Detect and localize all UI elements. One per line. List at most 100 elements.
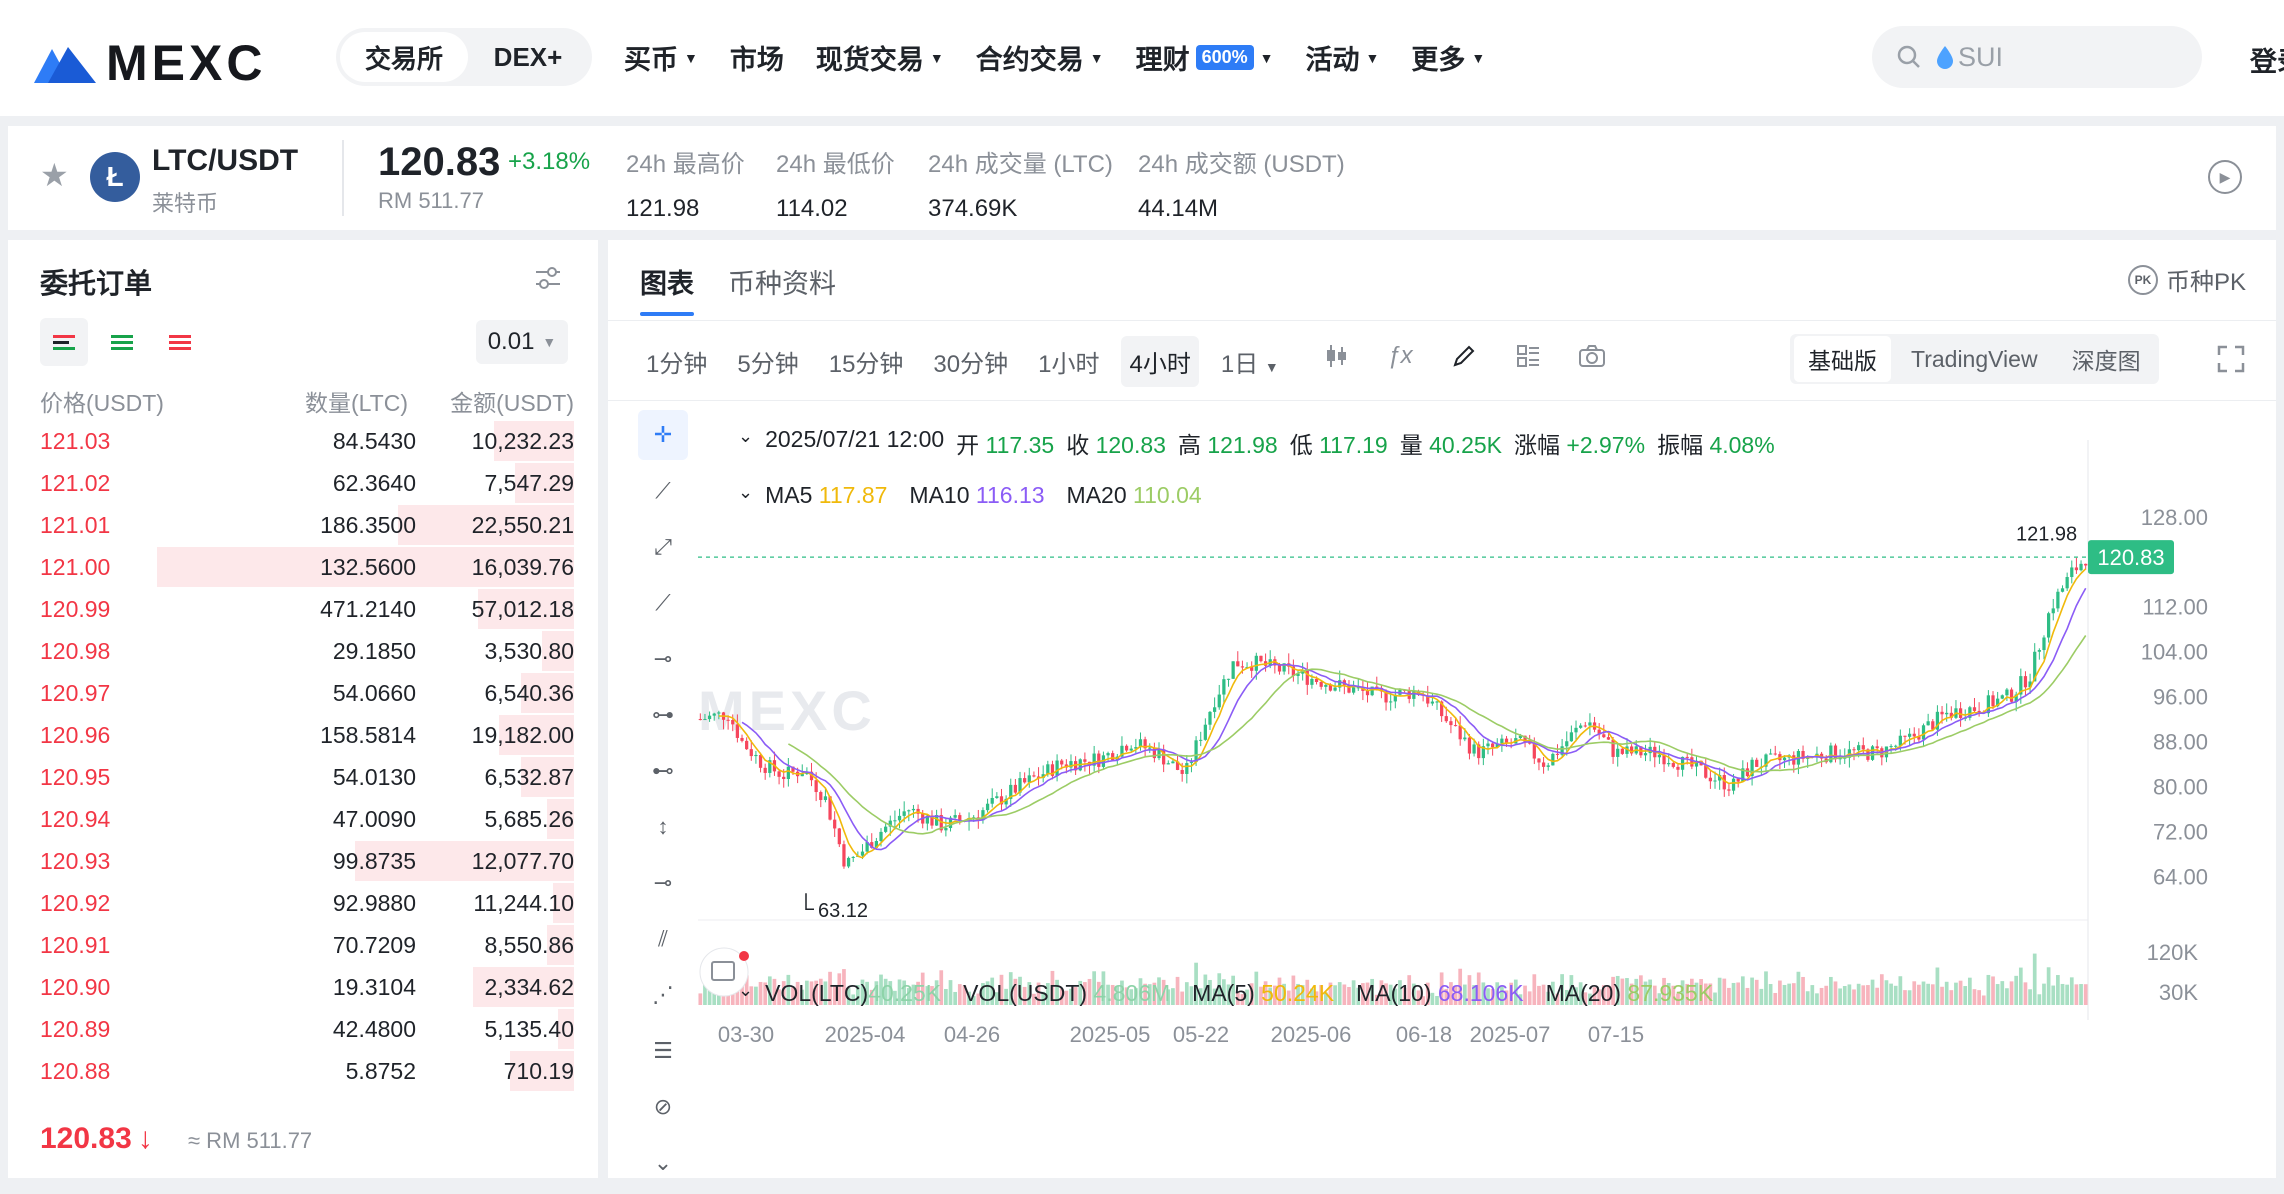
ask-row[interactable]: 120.88 5.8752 710.19 (40, 1050, 574, 1092)
pencil-icon[interactable] (1448, 340, 1480, 372)
volume-bar (2051, 985, 2056, 1005)
vol-ma5-value: 50.24K (1261, 980, 1335, 1006)
ask-row[interactable]: 120.90 19.3104 2,334.62 (40, 966, 574, 1008)
volume-bar (2042, 983, 2046, 1005)
pair-name[interactable]: LTC/USDT (152, 144, 298, 178)
ask-price: 120.90 (40, 974, 111, 1000)
view-bids-icon[interactable] (98, 318, 146, 366)
order-book-panel: 委托订单 0.01 ▼ 价格(USDT) 数量(LTC) 金额(USDT) 121… (8, 240, 598, 1178)
mexc-logo[interactable]: MEXC (34, 34, 266, 92)
trend-line-icon[interactable]: ⟋ (638, 466, 688, 516)
vol-ma20-label: MA(20) (1545, 980, 1621, 1006)
nav-buy-crypto[interactable]: 买币 ▼ (624, 38, 698, 77)
volume-bar (1991, 976, 1995, 1005)
ask-row[interactable]: 120.89 42.4800 5,135.40 (40, 1008, 574, 1050)
candle-type-icon[interactable] (1320, 340, 1352, 372)
mode-basic[interactable]: 基础版 (1794, 336, 1891, 382)
coin-pk-button[interactable]: PK 币种PK (2127, 262, 2246, 297)
ask-row[interactable]: 121.01 186.3500 22,550.21 (40, 504, 574, 546)
ask-row[interactable]: 120.94 47.0090 5,685.26 (40, 798, 574, 840)
horizontal-segment-icon[interactable]: ⊷ (638, 746, 688, 796)
parallel-channel-icon[interactable]: ⫽ (638, 914, 688, 964)
candlestick-chart[interactable]: 128.00 112.00 104.00 96.00 88.00 80.00 72.00 64… (698, 400, 2276, 1178)
fib-lines-icon[interactable]: ☰ (638, 1026, 688, 1076)
ask-row[interactable]: 120.98 29.1850 3,530.80 (40, 630, 574, 672)
ask-row[interactable]: 121.03 84.5430 10,232.23 (40, 420, 574, 462)
volume-bar (1907, 990, 1912, 1005)
view-asks-icon[interactable] (156, 318, 204, 366)
mode-depth[interactable]: 深度图 (2058, 336, 2155, 382)
interval-5m[interactable]: 5分钟 (729, 336, 806, 387)
favorite-star-icon[interactable]: ★ (40, 156, 69, 194)
ohlc-change-value: +2.97% (1566, 432, 1646, 458)
candle-body (712, 713, 716, 716)
nav-futures[interactable]: 合约交易 ▼ (976, 38, 1104, 77)
nav-markets[interactable]: 市场 (730, 38, 784, 77)
ask-row[interactable]: 120.99 471.2140 57,012.18 (40, 588, 574, 630)
nav-earn[interactable]: 理财 600% ▼ (1136, 38, 1273, 77)
ask-row[interactable]: 121.02 62.3640 7,547.29 (40, 462, 574, 504)
ask-row[interactable]: 120.93 99.8735 12,077.70 (40, 840, 574, 882)
segment-dex[interactable]: DEX+ (468, 32, 588, 82)
chevron-down-icon[interactable]: ⌄ (738, 426, 753, 460)
tab-chart[interactable]: 图表 (640, 262, 694, 301)
vertical-line-icon[interactable]: ↕ (638, 802, 688, 852)
view-both-icon[interactable] (40, 318, 88, 366)
price-line-icon[interactable]: ⊸ (638, 858, 688, 908)
settings-sliders-icon[interactable] (532, 262, 564, 294)
interval-15m[interactable]: 15分钟 (821, 336, 912, 387)
chevron-down-icon[interactable]: ⌄ (738, 482, 753, 509)
interval-30m[interactable]: 30分钟 (925, 336, 1016, 387)
candle-body (1319, 682, 1323, 687)
vol-ma10-value: 68.106K (1437, 980, 1524, 1006)
ray-line-icon[interactable]: ⤢ (638, 522, 688, 572)
interval-1h[interactable]: 1小时 (1030, 336, 1107, 387)
nav-spot[interactable]: 现货交易 ▼ (816, 38, 944, 77)
candle-body (1676, 766, 1680, 770)
chevron-down-icon[interactable]: ⌄ (738, 980, 753, 1007)
ask-row[interactable]: 120.92 92.9880 11,244.10 (40, 882, 574, 924)
ohlc-low: 低 117.19 (1290, 426, 1388, 460)
segment-exchange[interactable]: 交易所 (340, 32, 468, 82)
candle-body (1857, 745, 1861, 751)
chevron-down-icon[interactable]: ⌄ (638, 1138, 688, 1188)
volume-bar (1824, 985, 1829, 1005)
vol-ma20-legend: MA(20) 87.935K (1546, 980, 1714, 1007)
horizontal-ray-icon[interactable]: ⊶ (638, 690, 688, 740)
mode-tradingview[interactable]: TradingView (1897, 340, 2052, 379)
fullscreen-icon[interactable] (2216, 344, 2246, 374)
vol-ma20-value: 87.935K (1627, 980, 1714, 1006)
search-input[interactable]: SUI (1872, 26, 2202, 88)
camera-icon[interactable] (1576, 340, 1608, 372)
ask-row[interactable]: 120.95 54.0130 6,532.87 (40, 756, 574, 798)
nav-more[interactable]: 更多 ▼ (1411, 38, 1485, 77)
crosshair-icon[interactable]: ✛ (638, 410, 688, 460)
fib-icon[interactable]: ⋰ (638, 970, 688, 1020)
volume-bar (1727, 987, 1731, 1005)
nav-label: 现货交易 (815, 45, 924, 75)
ask-row[interactable]: 120.91 70.7209 8,550.86 (40, 924, 574, 966)
nav-events[interactable]: 活动 ▼ (1305, 38, 1379, 77)
play-icon[interactable]: ▶ (2208, 160, 2242, 194)
ma-legend: ⌄ MA5 117.87 MA10 116.13 MA20 110.04 (738, 482, 1202, 509)
extended-line-icon[interactable]: ⟋ (638, 578, 688, 628)
interval-4h[interactable]: 4小时 (1121, 336, 1199, 387)
login-button[interactable]: 登录 (2250, 40, 2284, 79)
ask-row[interactable]: 121.00 132.5600 16,039.76 (40, 546, 574, 588)
hide-drawings-icon[interactable]: ⊘ (638, 1082, 688, 1132)
ask-qty: 19.3104 (332, 974, 416, 1000)
ask-row[interactable]: 120.97 54.0660 6,540.36 (40, 672, 574, 714)
tab-coin-info[interactable]: 币种资料 (728, 262, 836, 301)
indicator-fx-icon[interactable]: ƒx (1384, 340, 1416, 372)
candle-body (2005, 689, 2009, 696)
ask-row[interactable]: 120.96 158.5814 19,182.00 (40, 714, 574, 756)
candle-body (707, 715, 712, 720)
stat-24h-high: 24h 最高价 121.98 (626, 144, 745, 223)
layout-grid-icon[interactable] (1512, 340, 1544, 372)
volume-bar (1740, 976, 1745, 1005)
mexc-watermark: MEXC (698, 679, 876, 742)
interval-1d[interactable]: 1日 ▼ (1213, 336, 1287, 387)
precision-select[interactable]: 0.01 ▼ (476, 320, 568, 364)
interval-1m[interactable]: 1分钟 (638, 336, 715, 387)
horizontal-line-icon[interactable]: ⊸ (638, 634, 688, 684)
